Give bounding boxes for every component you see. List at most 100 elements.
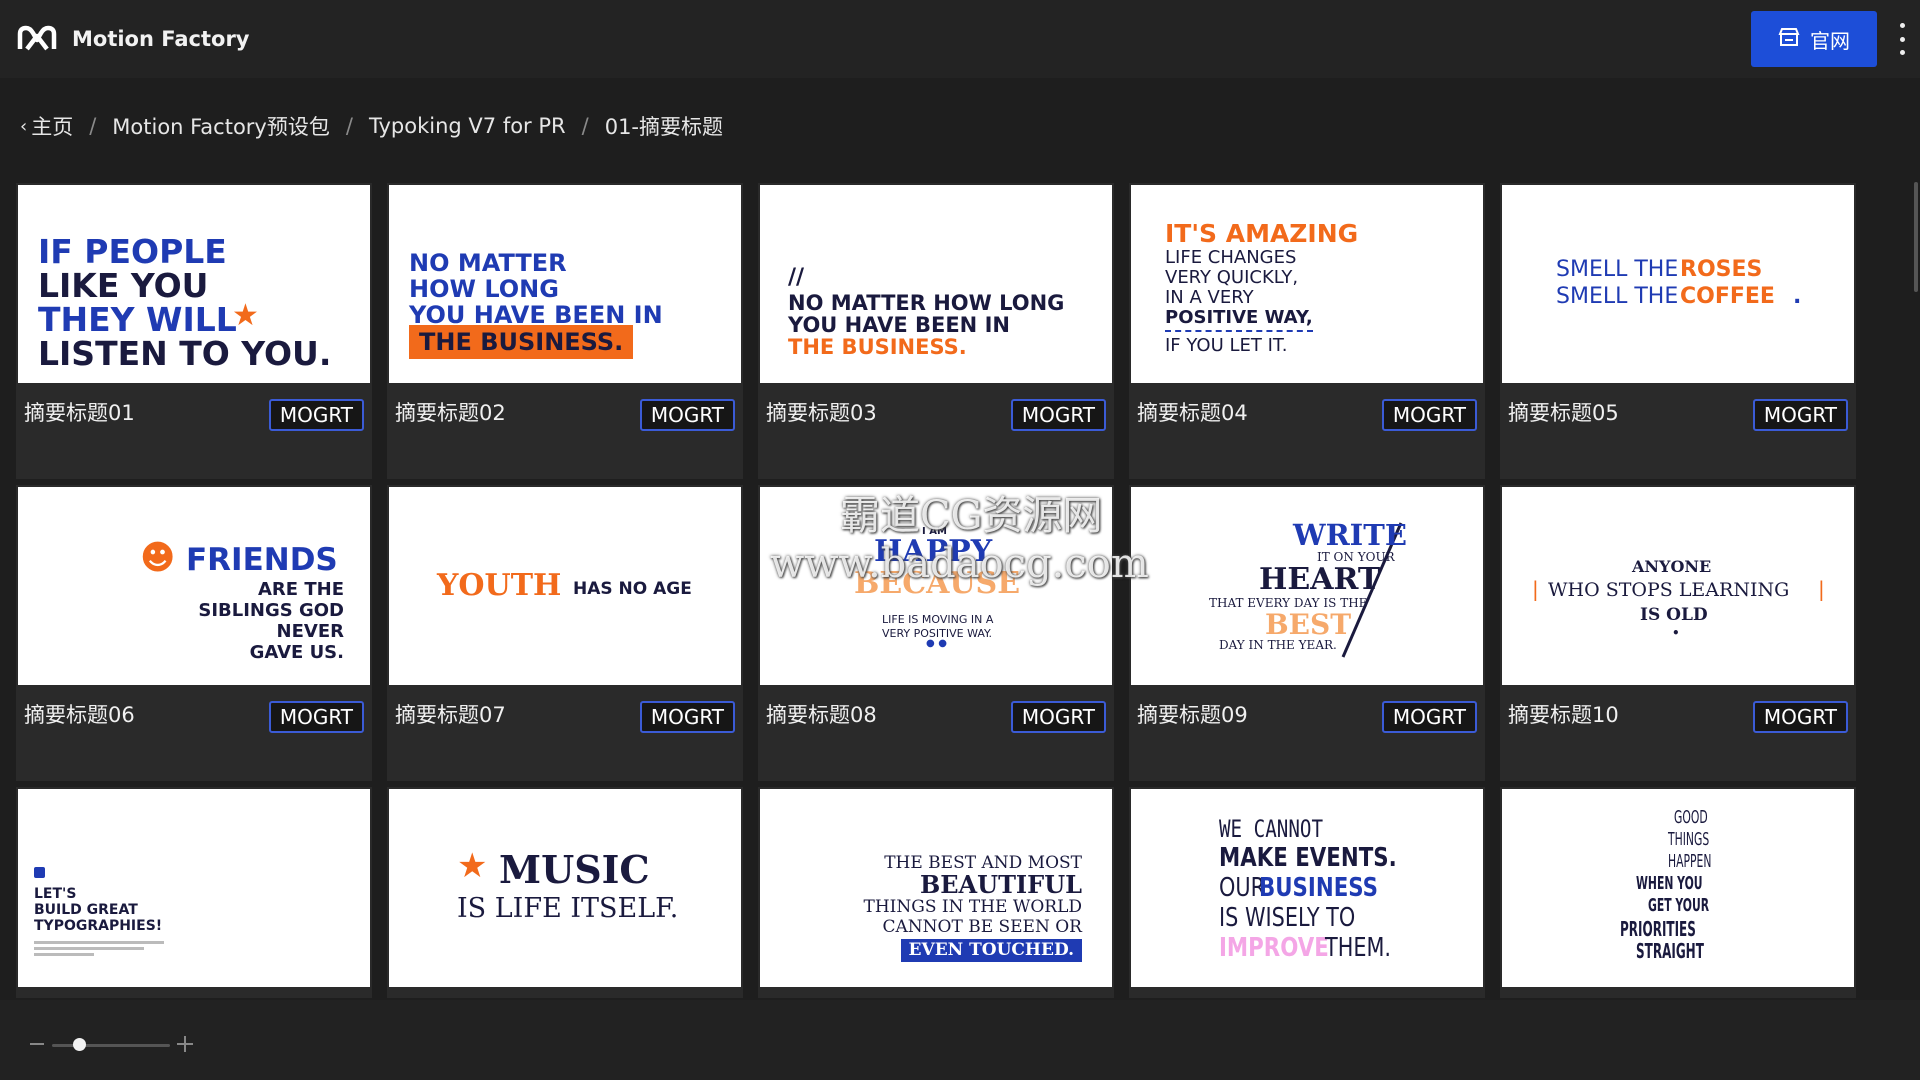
preview-text: IF YOU LET IT.	[1165, 335, 1288, 356]
zoom-in-icon[interactable]	[177, 1036, 193, 1052]
card-title: 摘要标题03	[766, 401, 877, 425]
preview-text: PRIORITIES	[1620, 917, 1696, 941]
template-grid: IF PEOPLE LIKE YOU THEY WILL ★ LISTEN TO…	[16, 183, 1858, 998]
smiley-icon: ☻	[140, 538, 176, 578]
breadcrumb-typoking[interactable]: Typoking V7 for PR	[369, 114, 566, 138]
template-card[interactable]: IF PEOPLE LIKE YOU THEY WILL ★ LISTEN TO…	[16, 183, 372, 479]
zoom-out-icon[interactable]	[30, 1043, 44, 1045]
card-preview: IF PEOPLE LIKE YOU THEY WILL ★ LISTEN TO…	[18, 185, 370, 383]
official-site-button[interactable]: 官网	[1751, 11, 1877, 67]
preview-text: WHEN YOU	[1636, 873, 1703, 894]
preview-text: CANNOT BE SEEN OR	[882, 917, 1082, 937]
template-card[interactable]: ★ MUSIC IS LIFE ITSELF.	[387, 787, 743, 998]
preview-text: MUSIC	[499, 847, 650, 892]
preview-text: IS WISELY TO	[1219, 903, 1356, 933]
card-preview: NO MATTER HOW LONG YOU HAVE BEEN IN THE …	[389, 185, 741, 383]
preview-text: WRITE	[1293, 518, 1407, 552]
preview-text: HOW LONG	[409, 275, 559, 303]
card-title: 摘要标题02	[395, 401, 506, 425]
template-card[interactable]: GOOD THINGS HAPPEN WHEN YOU GET YOUR PRI…	[1500, 787, 1856, 998]
preview-text: LIFE IS MOVING IN A	[882, 613, 994, 626]
scrollbar[interactable]	[1913, 170, 1920, 990]
card-preview: WRITE IT ON YOUR HEART THAT EVERY DAY IS…	[1131, 487, 1483, 685]
preview-text: NO MATTER	[409, 249, 567, 277]
preview-text: IT'S AMAZING	[1165, 219, 1359, 248]
card-preview: GOOD THINGS HAPPEN WHEN YOU GET YOUR PRI…	[1502, 789, 1854, 987]
preview-text: HAS NO AGE	[573, 579, 692, 599]
zoom-slider[interactable]	[52, 1044, 170, 1047]
mogrt-badge[interactable]: MOGRT	[1010, 701, 1106, 733]
preview-text: THINGS	[1668, 829, 1710, 850]
body-text-line	[34, 941, 164, 944]
mogrt-badge[interactable]: MOGRT	[1381, 701, 1477, 733]
preview-text: YOU HAVE BEEN IN	[409, 301, 663, 329]
preview-text: NEVER	[276, 621, 344, 642]
mogrt-badge[interactable]: MOGRT	[1010, 399, 1106, 431]
card-preview: // NO MATTER HOW LONG YOU HAVE BEEN IN T…	[760, 185, 1112, 383]
preview-text: HEART	[1259, 562, 1381, 597]
store-icon	[1778, 27, 1800, 52]
dot-icon: •	[1672, 626, 1680, 640]
breadcrumb-separator: /	[345, 114, 353, 138]
card-preview: WE CANNOT MAKE EVENTS. OUR BUSINESS IS W…	[1131, 789, 1483, 987]
preview-text: YOU HAVE BEEN IN	[788, 313, 1010, 337]
scrollbar-thumb[interactable]	[1914, 182, 1918, 292]
preview-text: GOOD	[1674, 807, 1708, 828]
divider-bar-icon: |	[1818, 577, 1825, 601]
card-title: 摘要标题08	[766, 703, 877, 727]
app-title: Motion Factory	[72, 27, 250, 51]
breadcrumb-preset-pack[interactable]: Motion Factory预设包	[112, 111, 330, 141]
mogrt-badge[interactable]: MOGRT	[1752, 399, 1848, 431]
template-card[interactable]: ☻ FRIENDS ARE THE SIBLINGS GOD NEVER GAV…	[16, 485, 372, 781]
breadcrumb-separator: /	[581, 114, 589, 138]
body-text-line	[34, 947, 144, 950]
card-preview: THE BEST AND MOST BEAUTIFUL THINGS IN TH…	[760, 789, 1112, 987]
template-card[interactable]: WRITE IT ON YOUR HEART THAT EVERY DAY IS…	[1129, 485, 1485, 781]
preview-text: THE BUSINESS.	[409, 325, 634, 359]
motion-factory-logo-icon[interactable]	[17, 19, 57, 59]
preview-text: BEAUTIFUL	[919, 870, 1082, 899]
chevron-left-icon[interactable]: ‹	[20, 116, 27, 137]
breadcrumb-home[interactable]: 主页	[31, 111, 73, 141]
card-preview: YOUTH HAS NO AGE	[389, 487, 741, 685]
mogrt-badge[interactable]: MOGRT	[268, 399, 364, 431]
zoom-slider-handle[interactable]	[73, 1038, 86, 1051]
more-menu-icon[interactable]	[1897, 23, 1907, 55]
template-card[interactable]: // NO MATTER HOW LONG YOU HAVE BEEN IN T…	[758, 183, 1114, 479]
preview-text: THINGS IN THE WORLD	[863, 897, 1083, 917]
preview-text: MAKE EVENTS.	[1219, 843, 1397, 873]
preview-text: WE CANNOT	[1219, 815, 1324, 843]
mogrt-badge[interactable]: MOGRT	[1381, 399, 1477, 431]
template-card[interactable]: SMELL THE ROSES SMELL THE COFFEE . 摘要标题0…	[1500, 183, 1856, 479]
preview-text: FRIENDS	[186, 542, 338, 578]
body-text-line	[34, 953, 94, 956]
mogrt-badge[interactable]: MOGRT	[1752, 701, 1848, 733]
card-title: 摘要标题09	[1137, 703, 1248, 727]
mogrt-badge[interactable]: MOGRT	[639, 399, 735, 431]
breadcrumb-current: 01-摘要标题	[604, 115, 724, 139]
template-card[interactable]: THE BEST AND MOST BEAUTIFUL THINGS IN TH…	[758, 787, 1114, 998]
template-card[interactable]: ANYONE | WHO STOPS LEARNING | IS OLD • 摘…	[1500, 485, 1856, 781]
template-card[interactable]: WE CANNOT MAKE EVENTS. OUR BUSINESS IS W…	[1129, 787, 1485, 998]
card-preview: SMELL THE ROSES SMELL THE COFFEE .	[1502, 185, 1854, 383]
card-preview: ☻ FRIENDS ARE THE SIBLINGS GOD NEVER GAV…	[18, 487, 370, 685]
preview-text: LISTEN TO YOU.	[38, 334, 332, 373]
template-card[interactable]: IT'S AMAZING LIFE CHANGES VERY QUICKLY, …	[1129, 183, 1485, 479]
breadcrumb-separator: /	[89, 114, 97, 138]
watermark-line: 霸道CG资源网	[840, 493, 1103, 539]
preview-text: IMPROVE	[1219, 933, 1329, 963]
preview-text: BUSINESS	[1259, 873, 1379, 903]
preview-text: BEST	[1265, 608, 1352, 641]
card-title: 摘要标题04	[1137, 401, 1248, 425]
preview-text: COFFEE	[1680, 284, 1775, 309]
preview-text: STRAIGHT	[1636, 939, 1704, 963]
template-card[interactable]: YOUTH HAS NO AGE 摘要标题07 MOGRT	[387, 485, 743, 781]
footer-bar	[0, 1000, 1920, 1080]
card-title: 摘要标题06	[24, 703, 135, 727]
mogrt-badge[interactable]: MOGRT	[639, 701, 735, 733]
breadcrumb: ‹ 主页 / Motion Factory预设包 / Typoking V7 f…	[20, 110, 723, 142]
template-card[interactable]: NO MATTER HOW LONG YOU HAVE BEEN IN THE …	[387, 183, 743, 479]
preview-text: POSITIVE WAY,	[1165, 309, 1313, 332]
mogrt-badge[interactable]: MOGRT	[268, 701, 364, 733]
template-card[interactable]: LET'S BUILD GREAT TYPOGRAPHIES!	[16, 787, 372, 998]
